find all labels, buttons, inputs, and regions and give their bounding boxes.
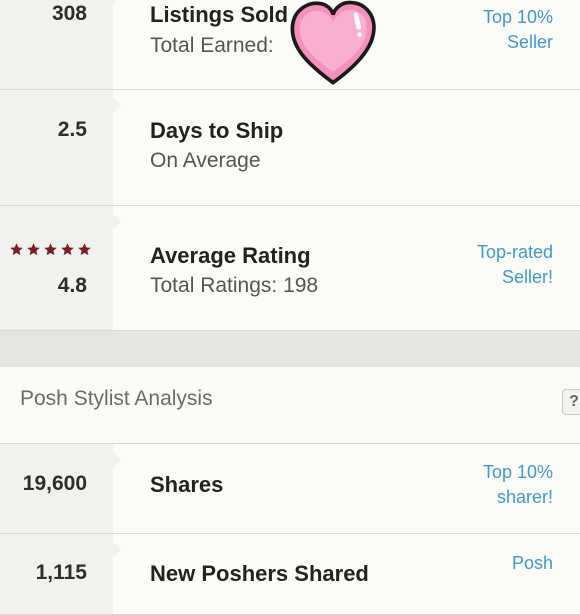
posh-badge[interactable]: Posh xyxy=(512,551,553,576)
star-icon xyxy=(78,243,91,256)
days-to-ship-value: 2.5 xyxy=(57,118,87,141)
on-average-label: On Average xyxy=(150,149,261,172)
badge-line-1: Posh xyxy=(511,553,553,573)
star-icon xyxy=(61,243,74,256)
top-sharer-badge[interactable]: Top 10% sharer! xyxy=(483,460,553,510)
days-to-ship-title: Days to Ship xyxy=(150,118,284,143)
badge-line-1: Top-rated xyxy=(476,242,553,262)
star-icon xyxy=(44,243,57,256)
listings-sold-title: Listings Sold xyxy=(150,2,289,27)
star-icon xyxy=(10,243,23,256)
total-ratings-label: Total Ratings: 198 xyxy=(150,274,319,297)
total-earned-label: Total Earned: xyxy=(150,34,274,57)
top-seller-badge[interactable]: Top 10% Seller xyxy=(483,5,553,55)
row-side-panel xyxy=(0,90,113,205)
section-divider xyxy=(0,331,580,367)
posh-stylist-analysis-header: Posh Stylist Analysis ? xyxy=(0,367,580,444)
help-icon[interactable]: ? xyxy=(562,389,580,415)
badge-line-1: Top 10% xyxy=(482,7,553,27)
shares-title: Shares xyxy=(150,472,224,497)
shares-count: 19,600 xyxy=(22,472,87,495)
rating-value: 4.8 xyxy=(57,274,87,297)
new-poshers-count: 1,115 xyxy=(35,561,87,584)
average-rating-row: 4.8 Average Rating Total Ratings: 198 To… xyxy=(0,206,580,331)
badge-line-2: Seller! xyxy=(501,267,553,287)
section-title: Posh Stylist Analysis xyxy=(20,387,213,410)
badge-line-2: sharer! xyxy=(496,487,553,507)
heart-sticker-icon xyxy=(290,0,376,85)
days-to-ship-row: 2.5 Days to Ship On Average xyxy=(0,90,580,206)
listings-sold-count: 308 xyxy=(51,2,87,25)
shares-row: 19,600 Shares Top 10% sharer! xyxy=(0,444,580,534)
badge-line-2: Seller xyxy=(506,32,553,52)
new-poshers-row: 1,115 New Poshers Shared Posh xyxy=(0,534,580,615)
rating-stars xyxy=(9,242,92,258)
average-rating-title: Average Rating xyxy=(150,243,311,268)
star-icon xyxy=(27,243,40,256)
row-side-panel xyxy=(0,206,113,330)
top-rated-badge[interactable]: Top-rated Seller! xyxy=(477,240,553,290)
new-poshers-title: New Poshers Shared xyxy=(150,561,369,586)
badge-line-1: Top 10% xyxy=(482,462,553,482)
